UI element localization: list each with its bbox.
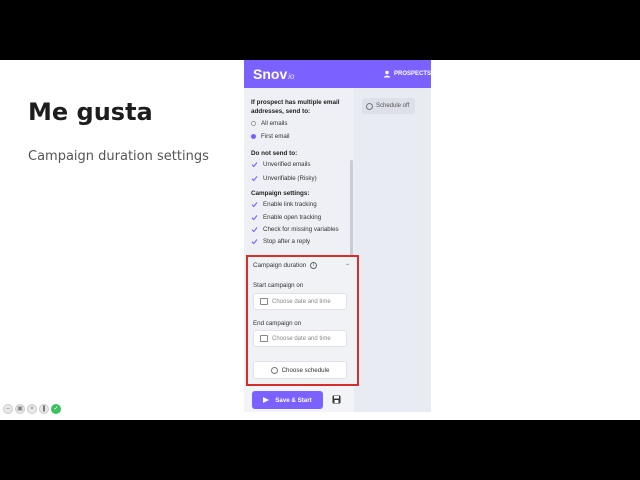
checkmark-icon <box>251 227 258 233</box>
save-and-start-label: Save & Start <box>275 396 312 404</box>
close-icon[interactable]: × <box>27 404 37 414</box>
camera-icon[interactable]: ▣ <box>15 404 25 414</box>
checkbox-link-tracking[interactable]: Enable link tracking <box>251 201 317 208</box>
checkbox-open-tracking[interactable]: Enable open tracking <box>251 214 321 221</box>
checkbox-missing-variables[interactable]: Check for missing variables <box>251 226 339 233</box>
checkbox-unverifiable[interactable]: Unverifiable (Risky) <box>251 175 317 182</box>
choose-schedule-label: Choose schedule <box>281 366 330 374</box>
start-campaign-label: Start campaign on <box>253 282 304 289</box>
checkbox-stop-after-reply[interactable]: Stop after a reply <box>251 238 310 245</box>
radio-selected-icon <box>251 134 256 139</box>
snov-app-panel: Snovio PROSPECTS Schedule off If prospec… <box>244 60 431 412</box>
snov-logo[interactable]: Snovio <box>253 66 294 82</box>
play-icon <box>263 397 270 403</box>
campaign-settings-heading: Campaign settings: <box>251 190 310 197</box>
checkbox-unverified[interactable]: Unverified emails <box>251 161 310 168</box>
schedule-off-badge[interactable]: Schedule off <box>362 98 415 114</box>
app-header: Snovio PROSPECTS <box>244 60 431 88</box>
option-label: First email <box>261 133 290 140</box>
multiple-email-heading: If prospect has multiple email addresses… <box>251 99 340 115</box>
checkbox-label: Enable open tracking <box>263 214 322 221</box>
save-and-start-button[interactable]: Save & Start <box>252 391 323 409</box>
schedule-status-label: Schedule off <box>376 103 410 109</box>
do-not-send-heading: Do not send to: <box>251 150 298 157</box>
slide: Me gusta Campaign duration settings Snov… <box>0 60 640 420</box>
radio-all-emails[interactable]: All emails <box>251 120 287 127</box>
campaign-duration-title: Campaign duration <box>253 262 307 269</box>
checkmark-icon <box>251 162 258 168</box>
campaign-duration-section: Campaign duration i ⌃ Start campaign on … <box>246 255 359 386</box>
logo-suffix: io <box>288 72 295 81</box>
nav-prospects-label: PROSPECTS <box>393 71 431 77</box>
recorder-controls: – ▣ × ❚ ✓ <box>3 404 61 414</box>
end-date-input[interactable]: Choose date and time <box>253 330 347 347</box>
chevron-up-icon[interactable]: ⌃ <box>345 263 350 270</box>
checkmark-icon <box>251 176 258 182</box>
radio-first-email[interactable]: First email <box>251 133 290 140</box>
calendar-icon <box>260 335 268 342</box>
choose-schedule-button[interactable]: Choose schedule <box>253 361 347 379</box>
checkbox-label: Check for missing variables <box>263 226 339 233</box>
logo-text: Snov <box>253 66 288 82</box>
slide-title: Me gusta <box>28 98 153 126</box>
radio-icon <box>251 121 256 126</box>
user-icon <box>383 70 390 78</box>
checkbox-label: Unverifiable (Risky) <box>263 175 317 182</box>
slide-subtitle: Campaign duration settings <box>28 149 209 164</box>
start-date-input[interactable]: Choose date and time <box>253 293 347 310</box>
checkmark-icon <box>251 215 258 221</box>
end-date-placeholder: Choose date and time <box>272 335 331 342</box>
calendar-icon <box>260 298 268 305</box>
checkbox-label: Stop after a reply <box>263 238 311 245</box>
pause-icon[interactable]: ❚ <box>39 404 49 414</box>
campaign-duration-header[interactable]: Campaign duration i <box>253 262 318 269</box>
end-campaign-label: End campaign on <box>253 320 302 327</box>
check-icon[interactable]: ✓ <box>51 404 61 414</box>
floppy-disk-icon[interactable] <box>332 395 341 404</box>
checkmark-icon <box>251 239 258 245</box>
checkbox-label: Enable link tracking <box>263 201 317 208</box>
option-label: All emails <box>261 120 288 127</box>
checkmark-icon <box>251 202 258 208</box>
minus-icon[interactable]: – <box>3 404 13 414</box>
clock-icon <box>366 102 373 110</box>
nav-prospects[interactable]: PROSPECTS <box>383 70 431 78</box>
start-date-placeholder: Choose date and time <box>272 298 331 305</box>
schedule-panel: Schedule off <box>354 88 431 412</box>
checkbox-label: Unverified emails <box>263 161 311 168</box>
clock-icon <box>270 366 278 374</box>
info-icon[interactable]: i <box>310 262 318 269</box>
